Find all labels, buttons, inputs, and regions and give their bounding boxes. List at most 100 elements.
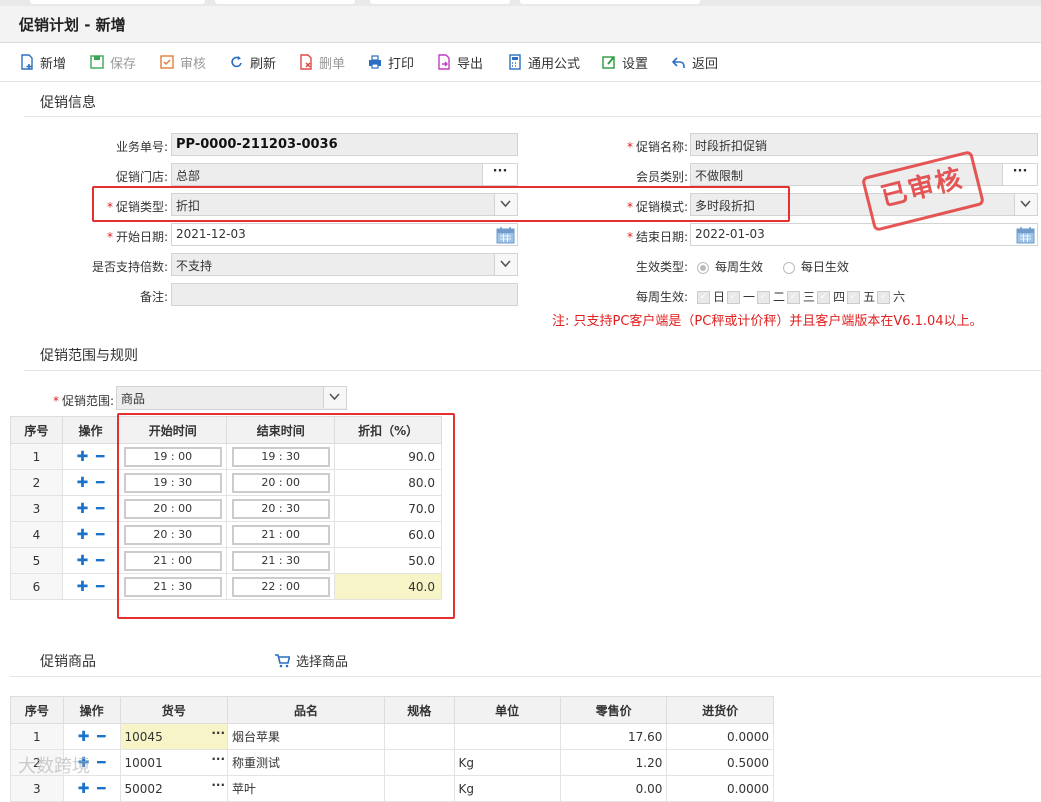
weekday-checkbox[interactable]: ✓ 五: [847, 290, 875, 304]
add-row-icon[interactable]: ✚: [78, 781, 90, 797]
version-note: 注: 只支持PC客户端是（PC秤或计价秤）并且客户端版本在V6.1.04以上。: [552, 314, 983, 329]
audit-button[interactable]: 审核: [160, 52, 206, 72]
daily-label: 每日生效: [800, 260, 849, 274]
save-button[interactable]: 保存: [90, 52, 136, 72]
chevron-down-icon[interactable]: [494, 254, 517, 275]
name-cell: 苹叶: [227, 775, 385, 802]
end-date-value: 2022-01-03: [695, 227, 765, 241]
col-op: 操作: [61, 416, 120, 444]
remove-row-icon[interactable]: ━: [96, 553, 104, 569]
member-picker-button[interactable]: ···: [1002, 164, 1037, 185]
multiple-value: 不支持: [176, 259, 213, 273]
calendar-icon[interactable]: [496, 226, 515, 244]
multiple-select[interactable]: 不支持: [171, 253, 518, 276]
code-value: 10045: [124, 729, 163, 744]
weekday-checkbox[interactable]: ✓ 六: [877, 290, 905, 304]
add-row-icon[interactable]: ✚: [77, 501, 89, 517]
printer-icon: [369, 55, 381, 69]
radio-button-icon: [782, 261, 795, 274]
settings-button[interactable]: 设置: [602, 52, 648, 72]
col-name: 品名: [227, 696, 385, 724]
store-picker-button[interactable]: ···: [482, 164, 517, 185]
print-button[interactable]: 打印: [368, 52, 414, 72]
order-no-field[interactable]: PP-0000-211203-0036: [171, 133, 518, 156]
member-value: 不做限制: [695, 169, 744, 183]
select-goods-label: 选择商品: [296, 655, 349, 670]
refresh-button[interactable]: 刷新: [230, 52, 276, 72]
row-seq: 3: [10, 495, 63, 522]
row-seq: 5: [10, 547, 63, 574]
remark-field[interactable]: [171, 283, 518, 306]
chevron-down-icon[interactable]: [323, 387, 346, 408]
start-date-field[interactable]: 2021-12-03: [171, 223, 518, 246]
promo-info-title: 促销信息: [40, 95, 96, 111]
weekday-checkbox[interactable]: ✓ 二: [757, 290, 785, 304]
code-cell[interactable]: 50002 ···: [119, 775, 229, 802]
formula-button[interactable]: 通用公式: [508, 52, 580, 72]
row-ops: ✚ ━: [61, 495, 120, 522]
scope-label: * 促销范围:: [30, 392, 114, 409]
refresh-icon: [231, 56, 242, 68]
code-picker-button[interactable]: ···: [211, 778, 225, 792]
promo-name-field[interactable]: 时段折扣促销: [690, 133, 1038, 156]
add-row-icon[interactable]: ✚: [77, 475, 89, 491]
code-picker-button[interactable]: ···: [211, 726, 225, 740]
weekday-checkbox[interactable]: ✓ 一: [727, 290, 755, 304]
add-row-icon[interactable]: ✚: [77, 449, 89, 465]
weekday-label-text: 四: [833, 290, 846, 304]
remove-row-icon[interactable]: ━: [96, 475, 104, 491]
member-label: 会员类别:: [635, 170, 688, 184]
retail-cell[interactable]: 0.00: [559, 775, 668, 802]
add-row-icon[interactable]: ✚: [77, 553, 89, 569]
add-row-icon[interactable]: ✚: [77, 579, 89, 595]
code-cell[interactable]: 10045 ···: [119, 723, 229, 750]
store-field[interactable]: 总部 ···: [171, 163, 518, 186]
weekday-label-text: 三: [803, 290, 816, 304]
radio-daily[interactable]: 每日生效: [782, 260, 849, 274]
weekday-checkbox[interactable]: ✓ 三: [787, 290, 815, 304]
code-picker-button[interactable]: ···: [211, 752, 225, 766]
cost-cell: 0.0000: [666, 723, 774, 750]
remove-row-icon[interactable]: ━: [96, 501, 104, 517]
select-goods-button[interactable]: 选择商品: [274, 651, 348, 670]
col-unit: 单位: [453, 696, 561, 724]
effect-type-label: 生效类型:: [635, 260, 688, 274]
retail-cell[interactable]: 1.20: [559, 749, 668, 776]
scope-select[interactable]: 商品: [116, 386, 347, 410]
row-ops: ✚ ━: [61, 469, 120, 496]
radio-weekly[interactable]: 每周生效: [697, 260, 763, 274]
col-op: 操作: [62, 696, 121, 724]
retail-cell[interactable]: 17.60: [559, 723, 668, 750]
remove-row-icon[interactable]: ━: [96, 579, 104, 595]
add-row-icon[interactable]: ✚: [77, 527, 89, 543]
cart-icon: [275, 653, 290, 667]
divider: [24, 370, 1041, 371]
remove-row-icon[interactable]: ━: [96, 527, 104, 543]
remove-row-icon[interactable]: ━: [96, 449, 104, 465]
end-date-field[interactable]: 2022-01-03: [690, 223, 1038, 246]
weekday-checkbox[interactable]: ✓ 四: [817, 290, 845, 304]
remove-row-icon[interactable]: ━: [97, 781, 105, 797]
scope-label-text: 促销范围:: [61, 394, 114, 408]
cost-cell: 0.5000: [666, 749, 774, 776]
required-mark: *: [626, 230, 633, 244]
checkbox-icon: ✓: [697, 291, 710, 304]
chevron-down-icon[interactable]: [1014, 194, 1037, 215]
calendar-icon[interactable]: [1016, 226, 1035, 244]
add-row-icon[interactable]: ✚: [78, 729, 90, 745]
weekday-checkbox[interactable]: ✓ 日: [697, 290, 725, 304]
effect-type-radios: 每周生效 每日生效: [697, 258, 849, 275]
col-retail: 零售价: [559, 696, 668, 724]
col-code: 货号: [119, 696, 229, 724]
new-button[interactable]: 新增: [20, 52, 66, 72]
remove-row-icon[interactable]: ━: [97, 755, 105, 771]
remove-row-icon[interactable]: ━: [97, 729, 105, 745]
delete-button[interactable]: 删单: [299, 52, 345, 72]
col-cost: 进货价: [666, 696, 774, 724]
checkbox-icon: ✓: [847, 291, 861, 304]
back-button[interactable]: 返回: [672, 52, 718, 72]
radio-button-icon: [697, 261, 709, 274]
store-label: 促销门店:: [115, 170, 168, 184]
export-button[interactable]: 导出: [437, 52, 483, 72]
code-cell[interactable]: 10001 ···: [119, 749, 229, 776]
